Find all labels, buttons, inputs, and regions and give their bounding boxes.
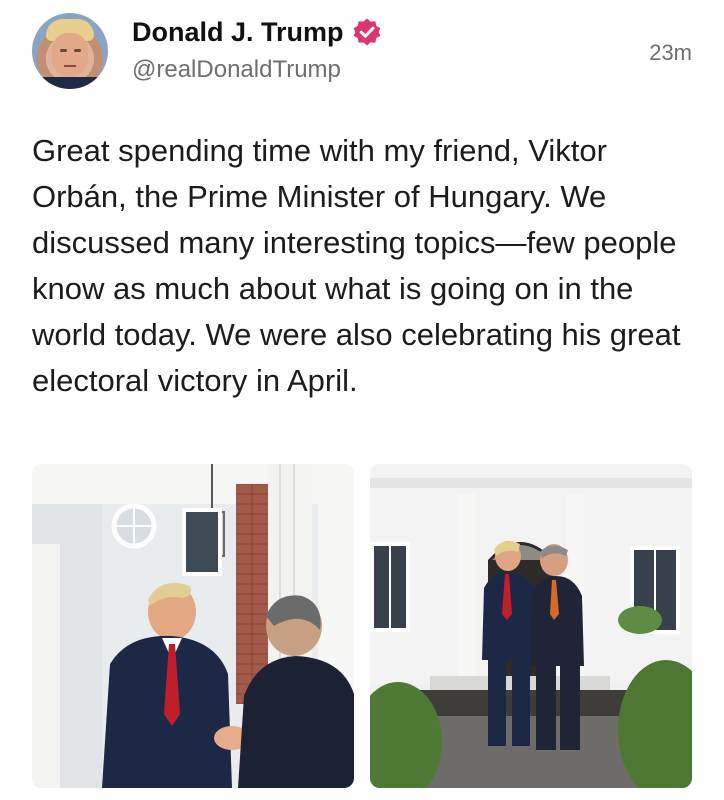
post-timestamp[interactable]: 23m [649,40,692,66]
avatar[interactable] [32,13,108,89]
author-name-row: Donald J. Trump [132,14,382,50]
post-photo-portrait[interactable] [370,464,692,788]
avatar-eye-right [74,49,81,52]
author-display-name[interactable]: Donald J. Trump [132,17,344,48]
avatar-face [52,33,88,77]
post-body-text: Great spending time with my friend, Vikt… [32,133,681,398]
avatar-suit [38,77,102,89]
avatar-eye-left [60,49,67,52]
post-card: Donald J. Trump @realDonaldTrump 23m Gre… [0,0,724,800]
author-handle[interactable]: @realDonaldTrump [132,56,341,84]
post-photo-handshake[interactable] [32,464,354,788]
verified-badge-icon [352,17,382,47]
avatar-mouth [64,65,76,67]
